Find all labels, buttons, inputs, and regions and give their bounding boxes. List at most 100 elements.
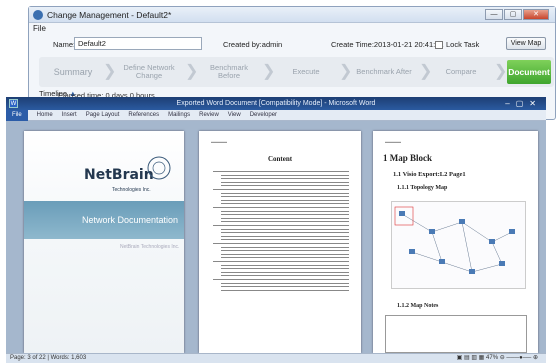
word-window: W Exported Word Document [Compatibility … — [6, 97, 546, 363]
view-map-button[interactable]: View Map — [506, 37, 546, 50]
chevron-right-icon: ❯ — [419, 63, 433, 80]
page-header: ▬▬▬▬ — [385, 139, 401, 144]
create-time-text: Create Time:2013-01-21 20:41:31 — [331, 40, 444, 49]
toc-entry-line — [213, 189, 349, 190]
toc-entry-line — [221, 203, 349, 205]
zoom-slider[interactable]: ⊖ ───●── ⊕ — [500, 355, 538, 361]
cover-page: NetBrain Technologies Inc. Network Docum… — [24, 131, 184, 353]
maximize-icon[interactable]: ▢ — [504, 9, 522, 20]
heading-visio-export: 1.1 Visio Export:L2 Page1 — [393, 171, 466, 178]
toc-entry-line — [221, 239, 349, 241]
toc-entry-line — [221, 257, 349, 259]
toc-entry-line — [221, 271, 349, 273]
toc-entry-line — [221, 289, 349, 291]
tab-review[interactable]: Review — [199, 112, 219, 118]
topology-map-image — [391, 201, 526, 289]
name-input[interactable]: Default2 — [74, 37, 202, 50]
heading-topology-map: 1.1.1 Topology Map — [397, 185, 448, 191]
tab-insert[interactable]: Insert — [62, 112, 77, 118]
step-benchmark-after[interactable]: Benchmark After — [353, 60, 415, 84]
map-notes-box — [385, 315, 527, 353]
toc-entry-line — [221, 232, 349, 234]
chevron-right-icon: ❯ — [185, 63, 199, 80]
workflow-steps: Summary ❯ Define Network Change ❯ Benchm… — [39, 57, 554, 87]
toc-entry-line — [221, 185, 349, 187]
tab-view[interactable]: View — [228, 112, 241, 118]
toc-entry-line — [221, 178, 349, 180]
toc-title: Content — [267, 155, 293, 163]
tab-file[interactable]: File — [6, 109, 28, 121]
toc-entry-line — [221, 282, 349, 284]
zoom-control[interactable]: ▣ ▤ ▥ ▦ 47% ⊖ ───●── ⊕ — [457, 354, 538, 363]
cover-title-band: Network Documentation — [24, 201, 184, 239]
tab-mailings[interactable]: Mailings — [168, 112, 190, 118]
title-bar: Change Management - Default2* — ▢ ✕ — [29, 7, 555, 23]
toc-entry-line — [221, 253, 349, 255]
netbrain-logo-icon — [147, 156, 171, 180]
tab-page-layout[interactable]: Page Layout — [86, 112, 120, 118]
ribbon-tabs: File Home Insert Page Layout References … — [6, 109, 546, 121]
status-bar: Page: 3 of 22 | Words: 1,603 ▣ ▤ ▥ ▦ 47%… — [6, 353, 546, 363]
document-area[interactable]: NetBrain Technologies Inc. Network Docum… — [6, 121, 546, 353]
menu-file[interactable]: File — [29, 23, 555, 34]
toc-entry-line — [213, 279, 349, 280]
task-form: Name: Default2 Created by:admin Create T… — [29, 34, 555, 54]
toc-entry-line — [221, 214, 349, 216]
topology-map-drawing — [394, 206, 515, 274]
step-define-network-change[interactable]: Define Network Change — [117, 60, 181, 84]
toc-entry-line — [221, 217, 349, 219]
netbrain-logo: NetBrain — [84, 167, 154, 183]
window-title: Change Management - Default2* — [47, 9, 172, 20]
minimize-icon[interactable]: — — [485, 9, 503, 20]
tab-references[interactable]: References — [128, 112, 159, 118]
created-by-text: Created by:admin — [223, 40, 283, 49]
step-summary[interactable]: Summary — [45, 60, 101, 84]
step-document[interactable]: Document — [507, 60, 551, 84]
toc-entry-line — [221, 196, 349, 198]
chevron-right-icon: ❯ — [262, 63, 276, 80]
step-benchmark-before[interactable]: Benchmark Before — [199, 60, 259, 84]
toc-entry-line — [213, 261, 349, 262]
step-compare[interactable]: Compare — [433, 60, 489, 84]
close-icon[interactable]: ✕ — [523, 9, 549, 20]
window-controls: — ▢ ✕ — [485, 9, 549, 20]
word-title: Exported Word Document [Compatibility Mo… — [176, 100, 376, 107]
word-title-bar: W Exported Word Document [Compatibility … — [6, 97, 546, 110]
toc-entry-line — [221, 199, 349, 201]
toc-entry-line — [221, 264, 349, 266]
map-block-page: ▬▬▬▬ 1 Map Block 1.1 Visio Export:L2 Pag… — [373, 131, 538, 353]
toc-entry-line — [213, 171, 349, 172]
page-header: ▬▬▬▬ — [211, 139, 227, 144]
lock-task-checkbox[interactable] — [435, 41, 443, 49]
toc-entry-line — [221, 275, 349, 277]
toc-entry-line — [221, 228, 349, 230]
tab-home[interactable]: Home — [37, 112, 53, 118]
chevron-right-icon: ❯ — [103, 63, 117, 80]
toc-page: ▬▬▬▬ Content — [199, 131, 361, 353]
heading-map-block: 1 Map Block — [383, 153, 433, 163]
cover-title: Network Documentation — [81, 215, 178, 225]
status-page-words: Page: 3 of 22 | Words: 1,603 — [10, 355, 87, 361]
toc-entry-line — [221, 210, 349, 212]
app-icon — [33, 9, 43, 20]
toc-entry-line — [221, 174, 349, 176]
toc-entry-line — [213, 207, 349, 208]
toc-entry-line — [221, 221, 349, 223]
toc-entry-line — [221, 246, 349, 248]
toc-entry-line — [221, 235, 349, 237]
toc-entry-line — [221, 286, 349, 288]
toc-entry-line — [221, 268, 349, 270]
step-execute[interactable]: Execute — [276, 60, 336, 84]
toc-entry-line — [221, 181, 349, 183]
heading-map-notes: 1.1.2 Map Notes — [397, 303, 439, 309]
chevron-right-icon: ❯ — [339, 63, 353, 80]
toc-entry-line — [213, 243, 349, 244]
toc-entry-line — [221, 192, 349, 194]
zoom-level: 47% — [486, 355, 499, 361]
tab-developer[interactable]: Developer — [250, 112, 277, 118]
view-buttons-icon[interactable]: ▣ ▤ ▥ ▦ — [457, 355, 485, 361]
chevron-right-icon: ❯ — [494, 63, 508, 80]
word-window-controls[interactable]: –▢✕ — [505, 97, 542, 110]
lock-task-label: Lock Task — [446, 40, 480, 49]
toc-entry-line — [213, 225, 349, 226]
